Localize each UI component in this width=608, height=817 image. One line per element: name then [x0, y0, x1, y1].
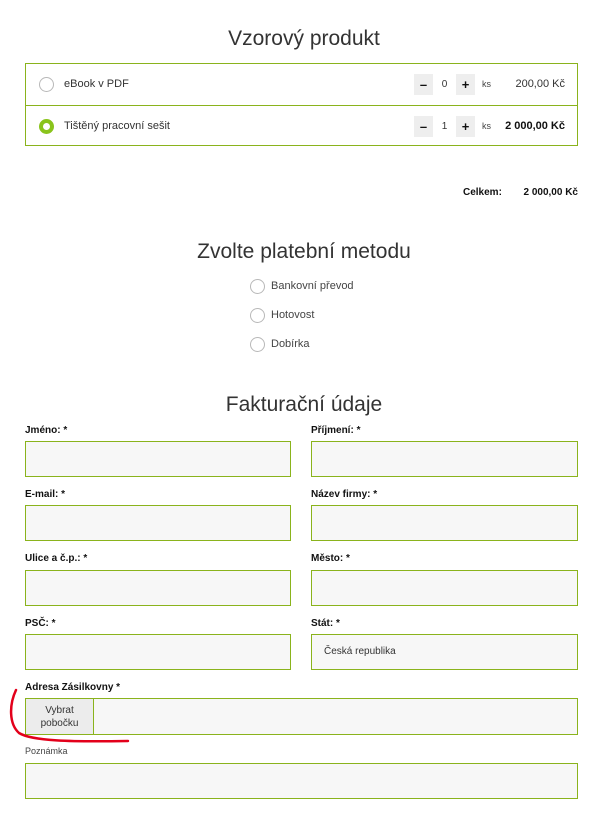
zasilkovna-label: Adresa Zásilkovny * [25, 682, 121, 693]
product-variants: eBook v PDF – 0 + ks 200,00 Kč Tištěný p… [25, 63, 578, 146]
country-label: Stát: * [311, 618, 340, 629]
variant-row-workbook[interactable]: Tištěný pracovní sešit – 1 + ks 2 000,00… [26, 105, 577, 146]
last-name-label: Příjmení: * [311, 425, 361, 436]
zip-label: PSČ: * [25, 618, 56, 629]
payment-radio[interactable] [250, 337, 265, 352]
country-field[interactable]: Česká republika [311, 634, 578, 670]
variant-price: 200,00 Kč [515, 78, 565, 90]
payment-option-label: Dobírka [271, 338, 310, 350]
variant-row-ebook[interactable]: eBook v PDF – 0 + ks 200,00 Kč [26, 64, 577, 105]
total-value: 2 000,00 Kč [523, 187, 579, 198]
note-label: Poznámka [25, 746, 68, 756]
note-field[interactable] [25, 763, 578, 799]
variant-name: Tištěný pracovní sešit [64, 120, 170, 132]
payment-option-label: Hotovost [271, 309, 315, 321]
first-name-label: Jméno: * [25, 425, 68, 436]
quantity-input[interactable]: 0 [433, 74, 456, 95]
quantity-stepper: – 1 + [414, 116, 475, 137]
company-field[interactable] [311, 505, 578, 541]
email-field[interactable] [25, 505, 291, 541]
product-title: Vzorový produkt [228, 27, 380, 50]
increase-button[interactable]: + [456, 74, 475, 95]
variant-name: eBook v PDF [64, 78, 129, 90]
zip-field[interactable] [25, 634, 291, 670]
payment-radio[interactable] [250, 308, 265, 323]
last-name-field[interactable] [311, 441, 578, 477]
increase-button[interactable]: + [456, 116, 475, 137]
billing-title: Fakturační údaje [225, 393, 383, 416]
email-label: E-mail: * [25, 489, 66, 500]
decrease-button[interactable]: – [414, 74, 433, 95]
quantity-unit: ks [482, 121, 491, 131]
zasilkovna-address-field[interactable] [94, 698, 578, 735]
payment-option-label: Bankovní převod [271, 280, 354, 292]
payment-title: Zvolte platební metodu [197, 240, 411, 263]
city-field[interactable] [311, 570, 578, 606]
select-branch-button[interactable]: Vybrat pobočku [25, 698, 94, 735]
payment-radio[interactable] [250, 279, 265, 294]
first-name-field[interactable] [25, 441, 291, 477]
city-label: Město: * [311, 553, 350, 564]
company-label: Název firmy: * [311, 489, 378, 500]
street-field[interactable] [25, 570, 291, 606]
variant-price: 2 000,00 Kč [505, 120, 565, 132]
variant-radio-workbook[interactable] [39, 119, 54, 134]
quantity-input[interactable]: 1 [433, 116, 456, 137]
total-label: Celkem: [463, 187, 502, 198]
decrease-button[interactable]: – [414, 116, 433, 137]
quantity-unit: ks [482, 79, 491, 89]
variant-radio-ebook[interactable] [39, 77, 54, 92]
quantity-stepper: – 0 + [414, 74, 475, 95]
street-label: Ulice a č.p.: * [25, 553, 88, 564]
